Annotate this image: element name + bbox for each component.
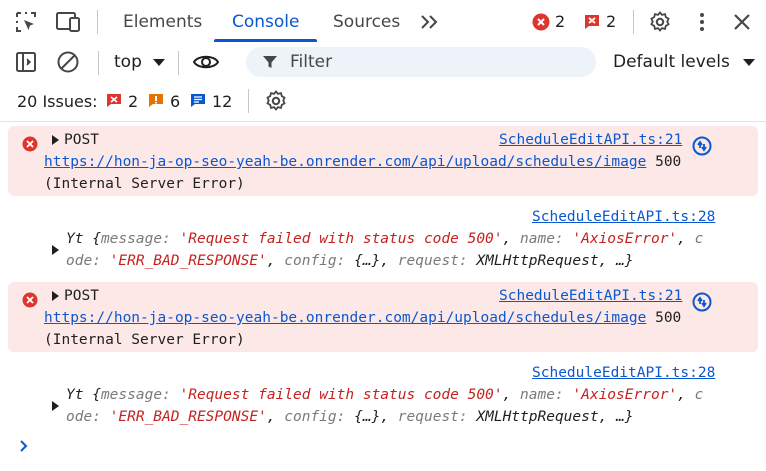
- console-prompt-chevron-icon[interactable]: [18, 438, 30, 454]
- active-tab-indicator: [214, 39, 317, 42]
- sidebar-toggle-icon[interactable]: [14, 43, 38, 81]
- filter-input[interactable]: Filter: [246, 47, 596, 77]
- context-selector-label: top: [114, 52, 142, 72]
- object-value: 'ERR_BAD_RESPONSE': [109, 409, 267, 425]
- request-url[interactable]: https://hon-ja-op-seo-yeah-be.onrender.c…: [44, 310, 646, 326]
- issue-info-icon: [191, 94, 205, 107]
- expand-triangle-icon[interactable]: [52, 401, 59, 411]
- error-circle-icon: [532, 13, 550, 30]
- error-circle-icon: [22, 292, 38, 308]
- log-levels-label: Default levels: [613, 52, 730, 72]
- close-icon[interactable]: [730, 0, 754, 43]
- toolbar-divider: [98, 51, 99, 75]
- object-key: name: [520, 387, 555, 403]
- more-options-icon[interactable]: [694, 0, 710, 43]
- settings-gear-icon[interactable]: [648, 0, 672, 43]
- console-error-message[interactable]: POST ScheduleEditAPI.ts:21 https://hon-j…: [8, 126, 758, 196]
- toolbar-divider: [248, 89, 249, 113]
- expand-triangle-icon[interactable]: [52, 135, 59, 145]
- source-link[interactable]: ScheduleEditAPI.ts:21: [499, 285, 682, 307]
- issue-counter[interactable]: 2: [583, 0, 616, 43]
- context-selector[interactable]: top: [114, 43, 166, 81]
- object-value: {…}: [354, 409, 381, 425]
- source-link[interactable]: ScheduleEditAPI.ts:28: [532, 362, 715, 384]
- object-value: 'Request failed with status code 500': [179, 231, 503, 247]
- network-reload-icon[interactable]: [692, 292, 712, 312]
- live-expression-eye-icon[interactable]: [192, 43, 220, 81]
- issue-count: 2: [606, 12, 617, 31]
- request-url[interactable]: https://hon-ja-op-seo-yeah-be.onrender.c…: [44, 154, 646, 170]
- issues-bar[interactable]: 20 Issues: 2 6 12: [0, 81, 766, 122]
- issue-flag-icon: [585, 14, 599, 29]
- expand-triangle-icon[interactable]: [52, 245, 59, 255]
- source-link[interactable]: ScheduleEditAPI.ts:21: [499, 129, 682, 151]
- issues-warning-count[interactable]: 6: [148, 81, 180, 121]
- device-toolbar-icon[interactable]: [54, 0, 82, 43]
- status-text: (Internal Server Error): [44, 332, 245, 348]
- object-key: message: [100, 231, 163, 247]
- filter-placeholder: Filter: [290, 52, 333, 72]
- object-value: {…}: [354, 253, 381, 269]
- console-error-message[interactable]: POST ScheduleEditAPI.ts:21 https://hon-j…: [8, 282, 758, 352]
- error-circle-icon: [22, 136, 38, 152]
- devtools-tabbar: Elements Console Sources 2 2: [0, 0, 766, 44]
- tab-console[interactable]: Console: [232, 0, 300, 43]
- object-name: Yt: [66, 231, 84, 247]
- console-toolbar: top Filter Default levels: [0, 43, 766, 81]
- object-ellipsis: …: [616, 409, 625, 425]
- source-link[interactable]: ScheduleEditAPI.ts:28: [532, 206, 715, 228]
- object-key: config: [284, 409, 337, 425]
- console-log-message[interactable]: ScheduleEditAPI.ts:28 Yt {message: 'Requ…: [0, 352, 766, 434]
- issue-warning-icon: [149, 94, 163, 107]
- network-reload-icon[interactable]: [692, 136, 712, 156]
- request-method: POST: [64, 288, 99, 304]
- error-counter[interactable]: 2: [532, 0, 565, 43]
- object-value: XMLHttpRequest: [476, 253, 599, 269]
- object-key: config: [284, 253, 337, 269]
- object-key: request: [397, 253, 459, 269]
- issues-info-number: 12: [212, 91, 233, 111]
- status-code: 500: [655, 310, 682, 326]
- toolbar-divider: [178, 51, 179, 75]
- object-value: 'Request failed with status code 500': [179, 387, 503, 403]
- issues-info-count[interactable]: 12: [190, 81, 232, 121]
- log-levels-dropdown[interactable]: Default levels: [613, 43, 756, 81]
- object-value: 'AxiosError': [572, 231, 678, 247]
- object-value: XMLHttpRequest: [476, 409, 599, 425]
- console-log-message[interactable]: ScheduleEditAPI.ts:28 Yt {message: 'Requ…: [0, 196, 766, 278]
- clear-console-icon[interactable]: [56, 43, 80, 81]
- status-text: (Internal Server Error): [44, 176, 245, 192]
- issues-label: 20 Issues:: [17, 91, 98, 111]
- issues-error-count[interactable]: 2: [106, 81, 138, 121]
- dropdown-arrow-icon: [152, 59, 165, 66]
- error-count: 2: [555, 12, 566, 31]
- console-messages: POST ScheduleEditAPI.ts:21 https://hon-j…: [0, 122, 766, 434]
- issues-warning-number: 6: [170, 91, 181, 111]
- tab-elements[interactable]: Elements: [123, 0, 202, 43]
- inspect-element-icon[interactable]: [14, 0, 38, 43]
- object-key: message: [100, 387, 163, 403]
- toolbar-divider: [97, 10, 98, 34]
- status-code: 500: [655, 154, 682, 170]
- issues-error-number: 2: [128, 91, 139, 111]
- issue-error-icon: [107, 94, 121, 107]
- filter-funnel-icon: [263, 56, 277, 68]
- more-tabs-chevron-icon[interactable]: [418, 0, 442, 43]
- request-method: POST: [64, 132, 99, 148]
- object-ellipsis: …: [616, 253, 625, 269]
- object-key: request: [397, 409, 459, 425]
- dropdown-arrow-icon: [742, 59, 755, 66]
- object-key: name: [520, 231, 555, 247]
- expand-triangle-icon[interactable]: [52, 291, 59, 301]
- object-value: 'ERR_BAD_RESPONSE': [109, 253, 267, 269]
- object-name: Yt: [66, 387, 84, 403]
- tab-sources[interactable]: Sources: [333, 0, 400, 43]
- toolbar-divider: [633, 10, 634, 34]
- object-value: 'AxiosError': [572, 387, 678, 403]
- console-settings-gear-icon[interactable]: [264, 81, 288, 121]
